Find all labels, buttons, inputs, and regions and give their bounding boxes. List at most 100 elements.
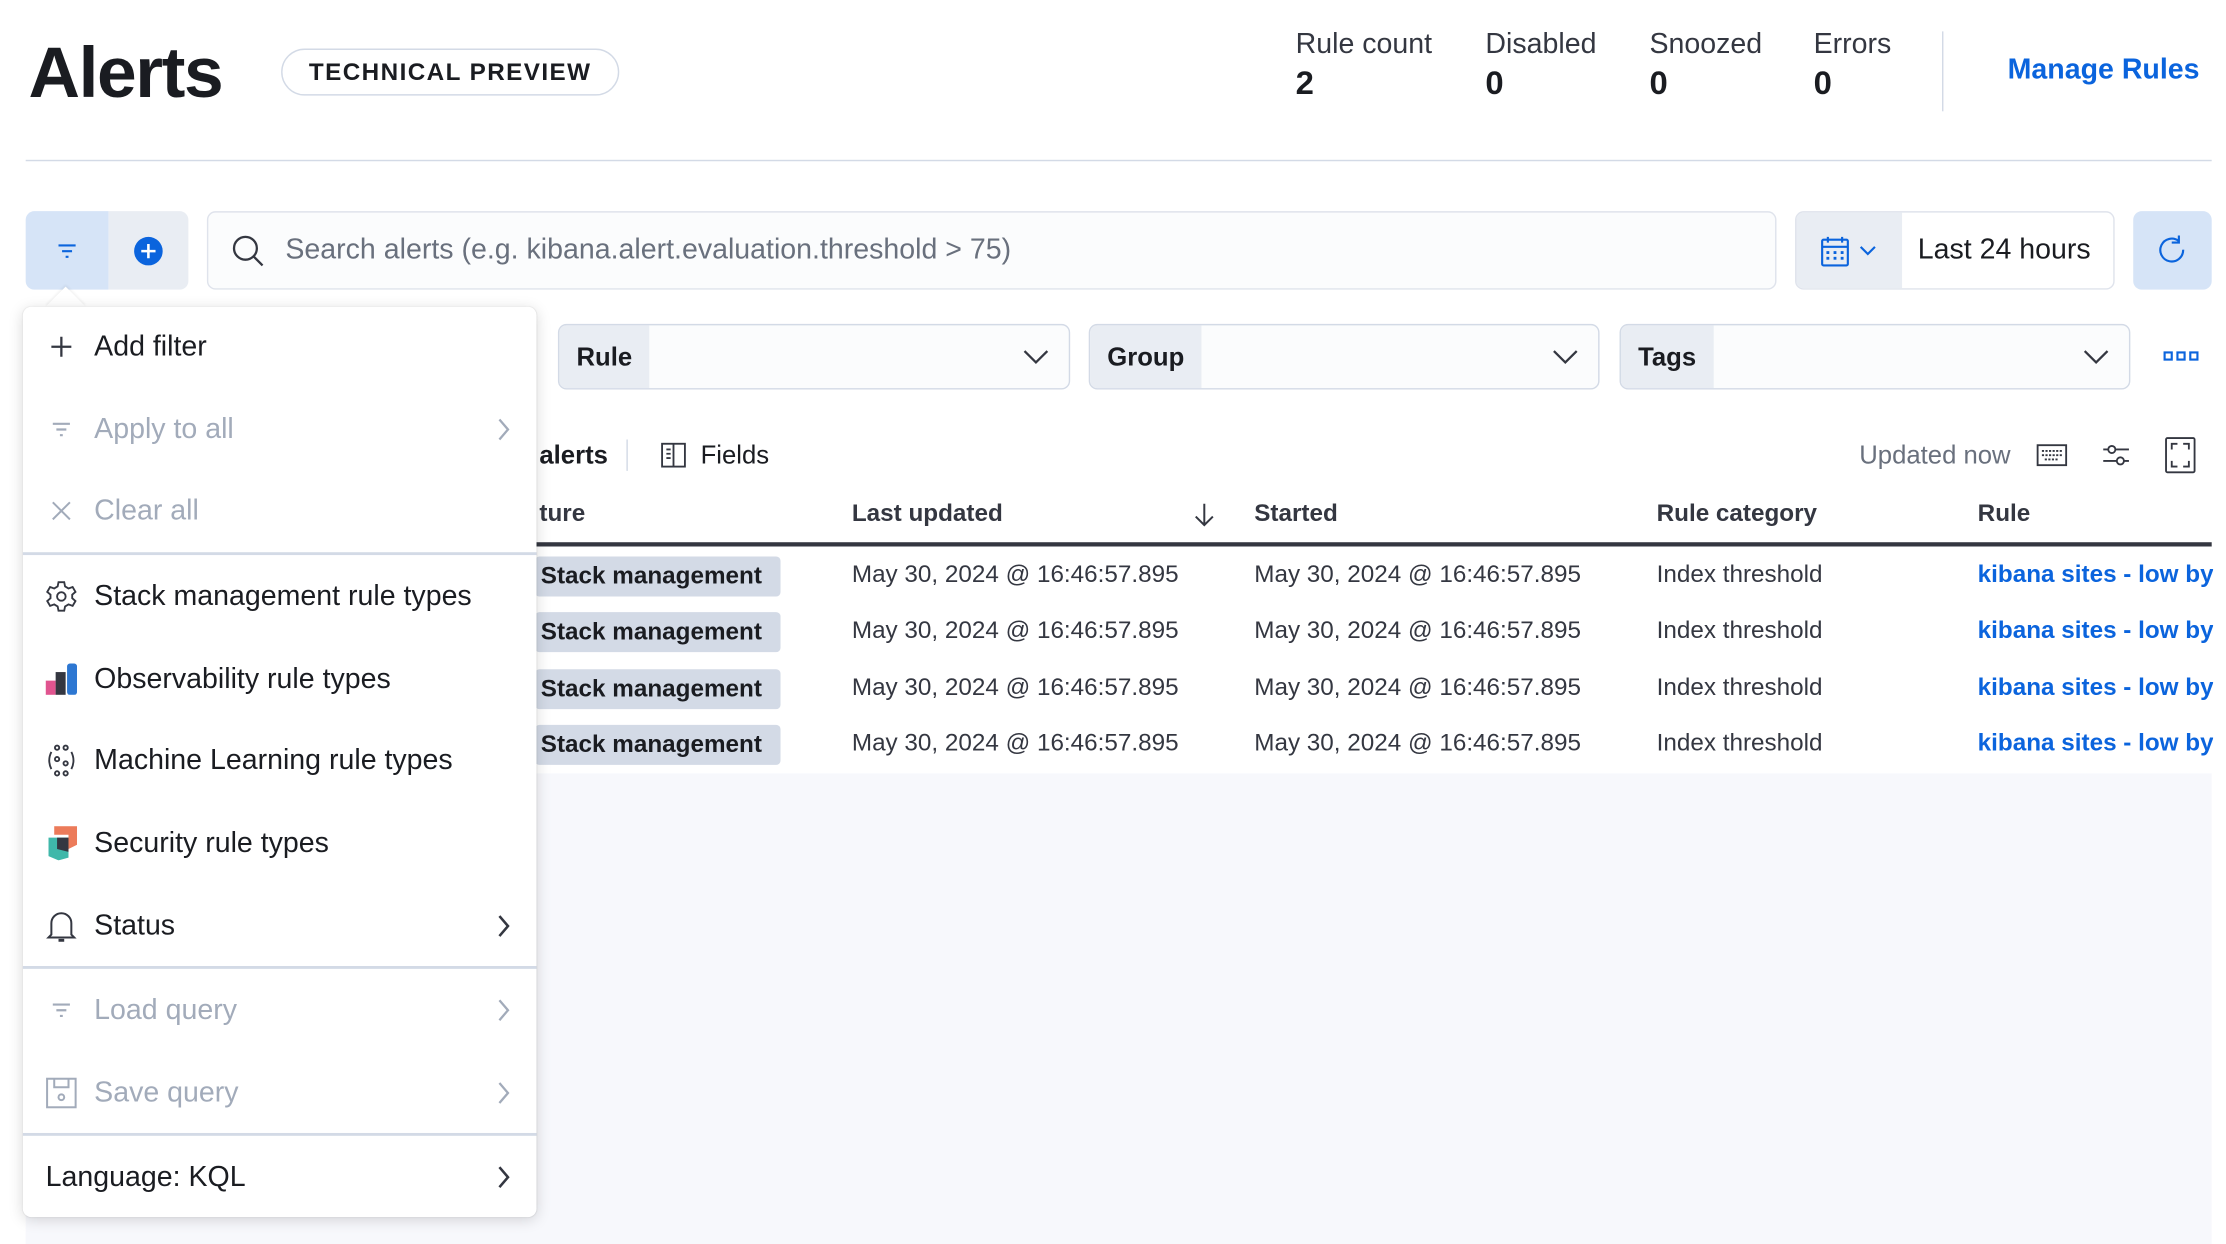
- last-updated-cell: May 30, 2024 @ 16:46:57.895: [851, 560, 1179, 588]
- technical-preview-badge: TECHNICAL PREVIEW: [281, 48, 620, 96]
- menu-item-save-query[interactable]: Save query: [23, 1060, 537, 1126]
- column-header-last-updated[interactable]: Last updated: [852, 499, 1003, 528]
- column-header-feature[interactable]: ture: [539, 499, 585, 528]
- date-picker[interactable]: Last 24 hours: [1795, 211, 2115, 290]
- table-row: Stack management May 30, 2024 @ 16:46:57…: [535, 660, 2213, 717]
- chevron-right-icon: [498, 418, 510, 441]
- filter-menu-button[interactable]: [25, 211, 109, 290]
- started-cell: May 30, 2024 @ 16:46:57.895: [1254, 673, 1581, 701]
- column-header-rule[interactable]: Rule: [1978, 499, 2031, 528]
- filter-icon: [58, 243, 76, 258]
- menu-item-load-query[interactable]: Load query: [23, 977, 537, 1043]
- stat-value: 2: [1295, 64, 1314, 102]
- fullscreen-icon[interactable]: [2165, 437, 2196, 474]
- menu-item-add-filter[interactable]: Add filter: [23, 314, 537, 380]
- page-title: Alerts: [28, 32, 224, 113]
- menu-item-status[interactable]: Status: [23, 893, 537, 959]
- stat-errors: Errors 0: [1814, 29, 1892, 103]
- menu-item-machine-learning[interactable]: Machine Learning rule types: [23, 728, 537, 794]
- tags-control[interactable]: Tags: [1619, 323, 2131, 390]
- menu-item-security[interactable]: Security rule types: [23, 810, 537, 876]
- started-cell: May 30, 2024 @ 16:46:57.895: [1254, 560, 1581, 588]
- close-icon: [52, 501, 71, 521]
- menu-item-label: Clear all: [94, 494, 199, 526]
- divider: [22, 1132, 537, 1136]
- chevron-down-icon: [1859, 245, 1876, 255]
- menu-item-apply-to-all[interactable]: Apply to all: [23, 397, 537, 463]
- stat-label: Disabled: [1485, 28, 1597, 60]
- fields-label: Fields: [700, 440, 770, 469]
- rule-category-cell: Index threshold: [1656, 673, 1823, 701]
- stat-rule-count: Rule count 2: [1296, 29, 1432, 103]
- group-control[interactable]: Group: [1088, 323, 1600, 390]
- rule-link[interactable]: kibana sites - low by: [1978, 616, 2213, 645]
- filter-menu: Add filter Apply to all Clear all Stack …: [22, 306, 537, 1218]
- search-field[interactable]: [206, 211, 1777, 290]
- search-input[interactable]: [285, 212, 1756, 289]
- stat-snoozed: Snoozed 0: [1649, 29, 1762, 103]
- feature-badge: Stack management: [535, 724, 781, 765]
- stat-disabled: Disabled 0: [1485, 29, 1596, 103]
- control-label: Rule: [559, 325, 650, 389]
- chevron-down-icon: [2083, 350, 2109, 365]
- feature-badge: Stack management: [535, 556, 781, 597]
- rule-category-cell: Index threshold: [1656, 560, 1823, 588]
- column-header-started[interactable]: Started: [1254, 499, 1338, 528]
- rule-link[interactable]: kibana sites - low by: [1978, 673, 2213, 702]
- stat-label: Rule count: [1295, 28, 1433, 60]
- observability-logo-icon: [45, 663, 78, 695]
- rule-control[interactable]: Rule: [557, 323, 1071, 390]
- divider: [25, 159, 2212, 162]
- stat-value: 0: [1649, 64, 1668, 102]
- divider: [626, 439, 628, 471]
- feature-badge: Stack management: [535, 669, 781, 710]
- updated-status: Updated now: [1859, 440, 2011, 469]
- save-icon: [46, 1077, 77, 1109]
- rule-link[interactable]: kibana sites - low by: [1978, 729, 2213, 758]
- more-options-icon[interactable]: [2163, 350, 2200, 364]
- security-logo-icon: [48, 826, 78, 861]
- divider: [1942, 31, 1944, 112]
- started-cell: May 30, 2024 @ 16:46:57.895: [1254, 616, 1581, 644]
- manage-rules-link[interactable]: Manage Rules: [2008, 54, 2200, 87]
- divider: [22, 966, 537, 969]
- control-label: Group: [1090, 325, 1202, 389]
- add-filter-button[interactable]: [108, 211, 189, 290]
- rule-category-cell: Index threshold: [1656, 616, 1823, 644]
- control-label: Tags: [1620, 325, 1714, 389]
- divider: [22, 552, 537, 556]
- menu-item-label: Add filter: [94, 330, 207, 362]
- refresh-button[interactable]: [2133, 211, 2212, 290]
- table-row: Stack management May 30, 2024 @ 16:46:57…: [535, 547, 2213, 604]
- chevron-right-icon: [498, 1082, 510, 1104]
- stat-value: 0: [1813, 64, 1832, 102]
- alerts-count-label: alerts: [539, 440, 608, 469]
- gear-icon: [46, 581, 77, 612]
- menu-item-label: Observability rule types: [94, 662, 391, 695]
- sort-descending-icon[interactable]: [1193, 502, 1216, 528]
- menu-item-label: Security rule types: [94, 826, 329, 859]
- quick-select-button[interactable]: [1796, 212, 1903, 289]
- refresh-icon: [2158, 234, 2184, 262]
- filter-icon: [52, 422, 70, 437]
- fields-button[interactable]: Fields: [661, 437, 769, 474]
- menu-item-label: Machine Learning rule types: [94, 744, 453, 776]
- menu-item-observability[interactable]: Observability rule types: [23, 646, 537, 712]
- feature-badge: Stack management: [535, 612, 781, 653]
- menu-item-clear-all[interactable]: Clear all: [23, 478, 537, 544]
- last-updated-cell: May 30, 2024 @ 16:46:57.895: [851, 729, 1179, 757]
- column-header-rule-category[interactable]: Rule category: [1657, 499, 1817, 528]
- menu-item-label: Status: [94, 909, 176, 942]
- plus-circle-icon: [134, 236, 163, 265]
- last-updated-cell: May 30, 2024 @ 16:46:57.895: [851, 616, 1179, 644]
- rule-category-cell: Index threshold: [1656, 729, 1823, 757]
- rule-link[interactable]: kibana sites - low by: [1978, 561, 2213, 590]
- keyboard-icon[interactable]: [2036, 442, 2068, 468]
- menu-item-stack-management[interactable]: Stack management rule types: [23, 564, 537, 630]
- date-range-label[interactable]: Last 24 hours: [1902, 213, 2113, 289]
- menu-item-label: Language: KQL: [45, 1160, 246, 1193]
- display-settings-icon[interactable]: [2100, 441, 2131, 470]
- menu-item-label: Apply to all: [94, 413, 234, 445]
- menu-item-language[interactable]: Language: KQL: [23, 1144, 537, 1210]
- plus-icon: [51, 336, 72, 357]
